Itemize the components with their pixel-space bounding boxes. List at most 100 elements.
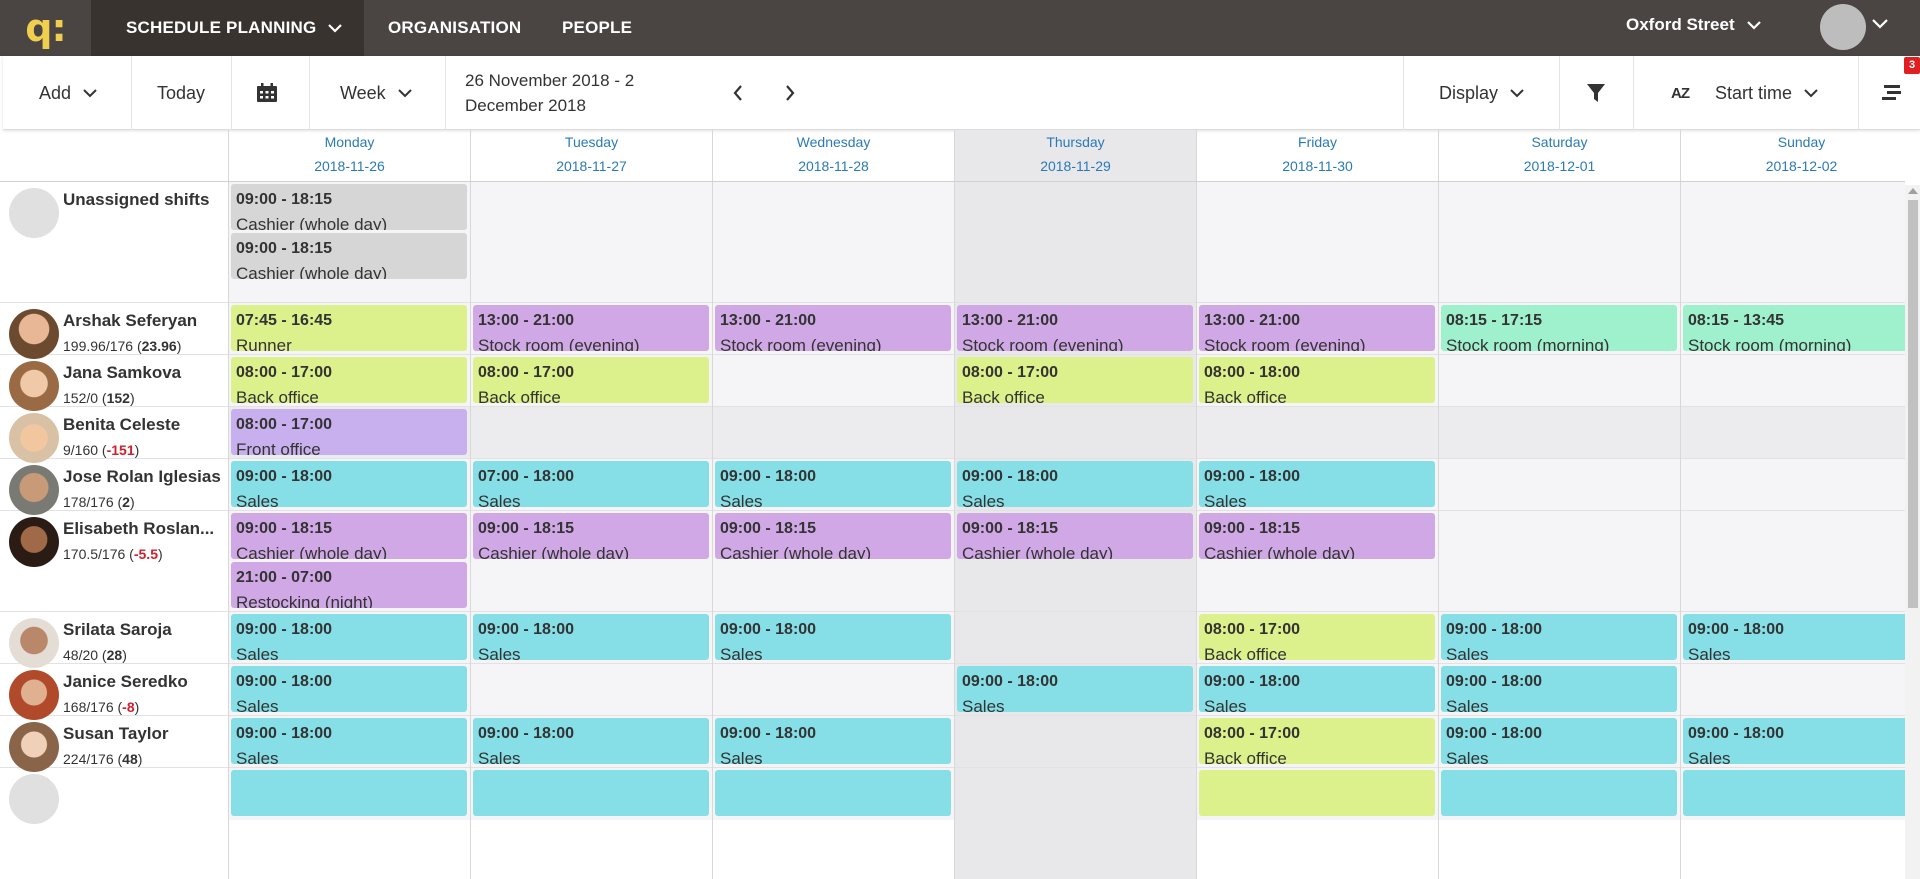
vertical-scrollbar-thumb[interactable]: [1908, 200, 1918, 608]
previous-week-button[interactable]: [732, 56, 744, 130]
employee-row-header[interactable]: Elisabeth Roslan... 170.5/176 (-5.5): [0, 511, 228, 612]
shift-block[interactable]: 09:00 - 18:00 Sales: [957, 666, 1193, 712]
shift-block[interactable]: 08:00 - 17:00 Front office: [231, 409, 467, 455]
shift-block[interactable]: 08:00 - 17:00 Back office: [231, 357, 467, 403]
display-button[interactable]: Display: [1439, 56, 1524, 130]
sort-direction-button[interactable]: AZ: [1671, 56, 1690, 130]
scroll-up-arrow-icon[interactable]: [1908, 188, 1918, 194]
shift-block[interactable]: 08:00 - 17:00 Back office: [957, 357, 1193, 403]
shift-block[interactable]: 13:00 - 21:00 Stock room (evening): [473, 305, 709, 351]
shift-block[interactable]: 08:00 - 17:00 Back office: [1199, 718, 1435, 764]
toolbar-divider: [1858, 56, 1859, 130]
shift-block[interactable]: 09:00 - 18:00 Sales: [1199, 666, 1435, 712]
day-date: 2018-12-02: [1765, 158, 1838, 174]
filter-button[interactable]: [1587, 56, 1605, 130]
calendar-button[interactable]: [256, 56, 278, 130]
shift-block[interactable]: [1441, 770, 1677, 816]
day-date: 2018-11-28: [798, 158, 869, 174]
location-selector[interactable]: Oxford Street: [1626, 0, 1761, 50]
employee-row-header[interactable]: [0, 768, 228, 824]
nav-schedule-planning[interactable]: SCHEDULE PLANNING: [126, 0, 343, 56]
shift-block[interactable]: 09:00 - 18:15 Cashier (whole day): [231, 184, 467, 230]
day-header-saturday[interactable]: Saturday 2018-12-01: [1438, 130, 1680, 181]
employee-name: Jana Samkova: [63, 363, 182, 382]
shift-block[interactable]: 09:00 - 18:15 Cashier (whole day): [715, 513, 951, 559]
add-button[interactable]: Add: [39, 56, 97, 130]
shift-block[interactable]: 09:00 - 18:00 Sales: [1441, 718, 1677, 764]
user-avatar[interactable]: [1820, 4, 1866, 50]
shift-time: 09:00 - 18:15: [962, 520, 1059, 537]
shift-block[interactable]: 09:00 - 18:00 Sales: [231, 718, 467, 764]
shift-block[interactable]: 09:00 - 18:15 Cashier (whole day): [1199, 513, 1435, 559]
shift-role: Stock room (evening): [1204, 336, 1366, 351]
shift-block[interactable]: 07:45 - 16:45 Runner: [231, 305, 467, 351]
shift-block[interactable]: 09:00 - 18:00 Sales: [957, 461, 1193, 507]
shift-time: 21:00 - 07:00: [236, 569, 333, 586]
employee-row-header[interactable]: Jana Samkova 152/0 (152): [0, 355, 228, 411]
shift-block[interactable]: 09:00 - 18:00 Sales: [1441, 614, 1677, 660]
shift-block[interactable]: 09:00 - 18:15 Cashier (whole day): [231, 513, 467, 559]
day-header-sunday[interactable]: Sunday 2018-12-02: [1680, 130, 1905, 181]
timeline-view-button[interactable]: [1881, 56, 1903, 130]
employee-row-header[interactable]: Srilata Saroja 48/20 (28): [0, 612, 228, 668]
day-header-thursday[interactable]: Thursday 2018-11-29: [954, 130, 1196, 181]
today-button-label: Today: [157, 82, 206, 103]
shift-time: 09:00 - 18:00: [1204, 673, 1301, 690]
shift-block[interactable]: 09:00 - 18:00 Sales: [1199, 461, 1435, 507]
employee-row-header[interactable]: Susan Taylor 224/176 (48): [0, 716, 228, 772]
unassigned-shifts-row-header[interactable]: Unassigned shifts: [0, 182, 228, 303]
shift-block[interactable]: 13:00 - 21:00 Stock room (evening): [1199, 305, 1435, 351]
shift-role: Stock room (morning): [1688, 336, 1852, 351]
view-selector[interactable]: Week: [340, 56, 412, 130]
sort-az-icon: AZ: [1671, 84, 1690, 102]
shift-block[interactable]: 08:00 - 18:00 Back office: [1199, 357, 1435, 403]
shift-block[interactable]: 13:00 - 21:00 Stock room (evening): [715, 305, 951, 351]
shift-block[interactable]: 13:00 - 21:00 Stock room (evening): [957, 305, 1193, 351]
shift-block[interactable]: 09:00 - 18:00 Sales: [473, 718, 709, 764]
shift-block[interactable]: 07:00 - 18:00 Sales: [473, 461, 709, 507]
notification-badge[interactable]: 3: [1904, 57, 1920, 74]
shift-block[interactable]: 09:00 - 18:00 Sales: [231, 461, 467, 507]
nav-organisation[interactable]: ORGANISATION: [388, 0, 521, 56]
shift-block[interactable]: 09:00 - 18:15 Cashier (whole day): [957, 513, 1193, 559]
employee-row-header[interactable]: Janice Seredko 168/176 (-8): [0, 664, 228, 720]
sort-field-selector[interactable]: Start time: [1715, 56, 1818, 130]
shift-time: 09:00 - 18:15: [1204, 520, 1301, 537]
nav-people[interactable]: PEOPLE: [562, 0, 632, 56]
employee-row-header[interactable]: Benita Celeste 9/160 (-151): [0, 407, 228, 463]
shift-block[interactable]: 08:15 - 17:15 Stock room (morning): [1441, 305, 1677, 351]
shift-block[interactable]: 21:00 - 07:00 Restocking (night): [231, 562, 467, 608]
shift-block[interactable]: 09:00 - 18:00 Sales: [473, 614, 709, 660]
shift-block[interactable]: 09:00 - 18:00 Sales: [1441, 666, 1677, 712]
shift-block[interactable]: 09:00 - 18:15 Cashier (whole day): [231, 233, 467, 279]
shift-block[interactable]: 09:00 - 18:00 Sales: [715, 718, 951, 764]
shift-block[interactable]: 09:00 - 18:15 Cashier (whole day): [473, 513, 709, 559]
shift-time: 13:00 - 21:00: [720, 312, 817, 329]
shift-block[interactable]: [231, 770, 467, 816]
day-header-friday[interactable]: Friday 2018-11-30: [1196, 130, 1438, 181]
day-header-wednesday[interactable]: Wednesday 2018-11-28: [712, 130, 954, 181]
chevron-down-icon[interactable]: [1872, 18, 1888, 29]
shift-block[interactable]: [473, 770, 709, 816]
shift-block[interactable]: 09:00 - 18:00 Sales: [1683, 718, 1905, 764]
employee-row-header[interactable]: Arshak Seferyan 199.96/176 (23.96): [0, 303, 228, 359]
day-header-monday[interactable]: Monday 2018-11-26: [228, 130, 470, 181]
app-logo[interactable]: q:: [0, 0, 91, 56]
next-week-button[interactable]: [784, 56, 796, 130]
shift-block[interactable]: [715, 770, 951, 816]
employee-row-header[interactable]: Jose Rolan Iglesias 178/176 (2): [0, 459, 228, 515]
shift-block[interactable]: 09:00 - 18:00 Sales: [231, 666, 467, 712]
shift-block[interactable]: 09:00 - 18:00 Sales: [715, 461, 951, 507]
shift-block[interactable]: [1199, 770, 1435, 816]
day-header-tuesday[interactable]: Tuesday 2018-11-27: [470, 130, 712, 181]
shift-block[interactable]: [1683, 770, 1905, 816]
shift-block[interactable]: 09:00 - 18:00 Sales: [715, 614, 951, 660]
shift-block[interactable]: 09:00 - 18:00 Sales: [1683, 614, 1905, 660]
shift-role: Sales: [478, 492, 521, 507]
shift-role: Sales: [236, 645, 279, 660]
shift-block[interactable]: 08:00 - 17:00 Back office: [1199, 614, 1435, 660]
shift-block[interactable]: 09:00 - 18:00 Sales: [231, 614, 467, 660]
shift-block[interactable]: 08:15 - 13:45 Stock room (morning): [1683, 305, 1905, 351]
today-button[interactable]: Today: [157, 56, 205, 130]
shift-block[interactable]: 08:00 - 17:00 Back office: [473, 357, 709, 403]
